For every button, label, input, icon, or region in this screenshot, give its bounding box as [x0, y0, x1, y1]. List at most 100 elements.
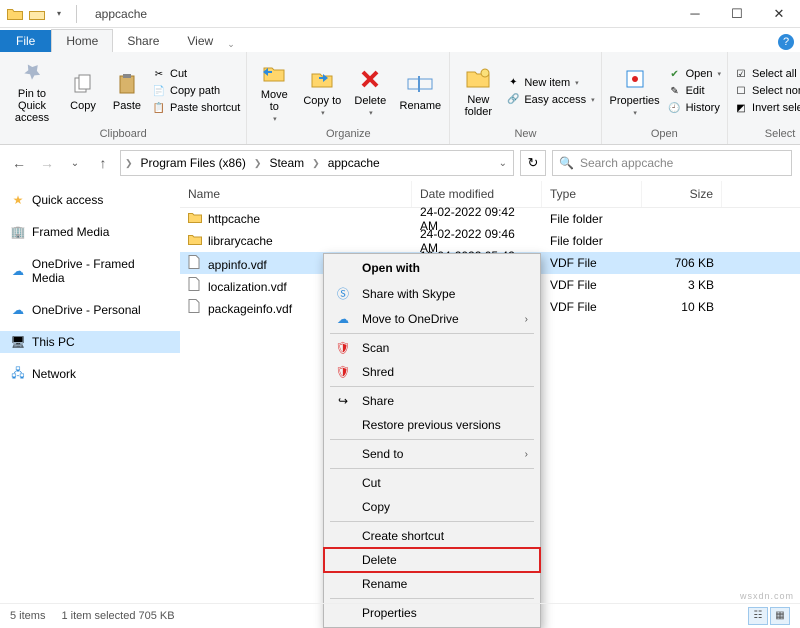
new-item-icon: ✦: [506, 76, 520, 90]
col-date[interactable]: Date modified: [412, 181, 542, 207]
select-all-button[interactable]: ☑Select all: [734, 67, 800, 81]
pin-to-quick-access-button[interactable]: Pin to Quick access: [6, 56, 58, 126]
ctx-rename[interactable]: Rename: [324, 572, 540, 596]
folder-icon: [188, 234, 204, 248]
select-none-icon: ☐: [734, 84, 748, 98]
select-none-button[interactable]: ☐Select none: [734, 84, 800, 98]
file-icon: [188, 277, 204, 294]
tab-home[interactable]: Home: [51, 29, 113, 52]
paste-label: Paste: [113, 100, 141, 112]
folder-icon: [188, 212, 204, 226]
copy-to-button[interactable]: Copy to▾: [301, 63, 343, 119]
recent-locations-button[interactable]: ⌄: [64, 152, 86, 174]
address-bar[interactable]: ❯ Program Files (x86) ❯ Steam ❯ appcache…: [120, 150, 514, 176]
star-icon: ★: [10, 193, 26, 207]
sidebar-item-onedrive-framed[interactable]: ☁OneDrive - Framed Media: [0, 253, 180, 289]
paste-button[interactable]: Paste: [108, 68, 146, 114]
select-group-label: Select: [734, 126, 800, 142]
sidebar-item-quick-access[interactable]: ★Quick access: [0, 189, 180, 211]
sidebar-item-network[interactable]: 🖧Network: [0, 363, 180, 385]
dropdown-icon: ▾: [321, 109, 325, 117]
breadcrumb-2[interactable]: Steam: [265, 156, 308, 170]
down-chevron-icon[interactable]: ▾: [50, 5, 68, 23]
col-name[interactable]: Name: [180, 181, 412, 207]
chevron-icon: ❯: [121, 158, 137, 169]
ctx-move-onedrive[interactable]: ☁Move to OneDrive›: [324, 307, 540, 331]
skype-icon: Ⓢ: [334, 285, 352, 302]
minimize-button[interactable]: ─: [674, 0, 716, 28]
paste-shortcut-icon: 📋: [152, 101, 166, 115]
sidebar-item-this-pc[interactable]: 🖥This PC: [0, 331, 180, 353]
copy-button[interactable]: Copy: [64, 68, 102, 114]
history-button[interactable]: 🕘History: [668, 101, 721, 115]
breadcrumb-3[interactable]: appcache: [324, 156, 384, 170]
ctx-open-with[interactable]: Open with: [324, 256, 540, 280]
copy-path-button[interactable]: 📄Copy path: [152, 84, 240, 98]
clipboard-group-label: Clipboard: [6, 126, 240, 142]
building-icon: 🏢: [10, 225, 26, 239]
network-icon: 🖧: [10, 367, 26, 381]
forward-button[interactable]: →: [36, 152, 58, 174]
paste-icon: [113, 70, 141, 98]
help-icon[interactable]: ?: [778, 34, 794, 50]
back-button[interactable]: ←: [8, 152, 30, 174]
ctx-restore[interactable]: Restore previous versions: [324, 413, 540, 437]
dropdown-icon: ▾: [591, 96, 595, 104]
ctx-send-to[interactable]: Send to›: [324, 442, 540, 466]
dropdown-icon: ▾: [718, 70, 722, 78]
address-dropdown-icon[interactable]: ⌄: [493, 158, 513, 169]
dropdown-icon: ▾: [633, 109, 637, 117]
title-bar: ▾ appcache ─ ☐ ✕: [0, 0, 800, 28]
open-button[interactable]: ✔Open▾: [668, 67, 721, 81]
folder-icon: [6, 5, 24, 23]
move-to-button[interactable]: Move to▾: [253, 57, 295, 125]
refresh-button[interactable]: ↻: [520, 150, 546, 176]
properties-button[interactable]: Properties▾: [608, 63, 662, 119]
move-to-icon: [260, 59, 288, 87]
invert-selection-button[interactable]: ◩Invert selection: [734, 101, 800, 115]
ctx-copy[interactable]: Copy: [324, 495, 540, 519]
ctx-shred[interactable]: 🛡Shred: [324, 360, 540, 384]
new-group-label: New: [456, 126, 594, 142]
ctx-scan[interactable]: 🛡Scan: [324, 336, 540, 360]
separator: [330, 333, 534, 334]
ctx-share-skype[interactable]: ⓈShare with Skype: [324, 280, 540, 307]
window-title: appcache: [87, 7, 147, 21]
rename-button[interactable]: Rename: [397, 68, 443, 114]
paste-shortcut-button[interactable]: 📋Paste shortcut: [152, 101, 240, 115]
ctx-create-shortcut[interactable]: Create shortcut: [324, 524, 540, 548]
edit-button[interactable]: ✎Edit: [668, 84, 721, 98]
address-row: ← → ⌄ ↑ ❯ Program Files (x86) ❯ Steam ❯ …: [0, 145, 800, 181]
up-button[interactable]: ↑: [92, 152, 114, 174]
breadcrumb-1[interactable]: Program Files (x86): [137, 156, 250, 170]
tab-share[interactable]: Share: [113, 30, 173, 52]
ctx-share[interactable]: ↪Share: [324, 389, 540, 413]
thumbnails-view-button[interactable]: ▦: [770, 607, 790, 625]
details-view-button[interactable]: ☷: [748, 607, 768, 625]
history-icon: 🕘: [668, 101, 682, 115]
close-button[interactable]: ✕: [758, 0, 800, 28]
file-size: 706 KB: [642, 256, 722, 270]
cut-button[interactable]: ✂Cut: [152, 67, 240, 81]
ctx-delete[interactable]: Delete: [324, 548, 540, 572]
search-icon: 🔍: [559, 156, 574, 170]
sidebar-item-onedrive-personal[interactable]: ☁OneDrive - Personal: [0, 299, 180, 321]
ctx-cut[interactable]: Cut: [324, 471, 540, 495]
tab-view[interactable]: View: [173, 30, 227, 52]
delete-button[interactable]: Delete▾: [349, 63, 391, 119]
sidebar-item-framed-media[interactable]: 🏢Framed Media: [0, 221, 180, 243]
ribbon: Pin to Quick access Copy Paste ✂Cut 📄Cop…: [0, 52, 800, 145]
easy-access-icon: 🔗: [506, 93, 520, 107]
collapse-ribbon-icon[interactable]: ⌄: [227, 39, 235, 50]
col-size[interactable]: Size: [642, 181, 722, 207]
column-headers: Name Date modified Type Size: [180, 181, 800, 208]
new-folder-button[interactable]: New folder: [456, 62, 500, 120]
new-item-button[interactable]: ✦New item▾: [506, 76, 594, 90]
col-type[interactable]: Type: [542, 181, 642, 207]
maximize-button[interactable]: ☐: [716, 0, 758, 28]
easy-access-button[interactable]: 🔗Easy access▾: [506, 93, 594, 107]
shield-icon: 🛡: [334, 365, 352, 379]
file-name: httpcache: [208, 212, 260, 226]
tab-file[interactable]: File: [0, 30, 51, 52]
search-box[interactable]: 🔍 Search appcache: [552, 150, 792, 176]
